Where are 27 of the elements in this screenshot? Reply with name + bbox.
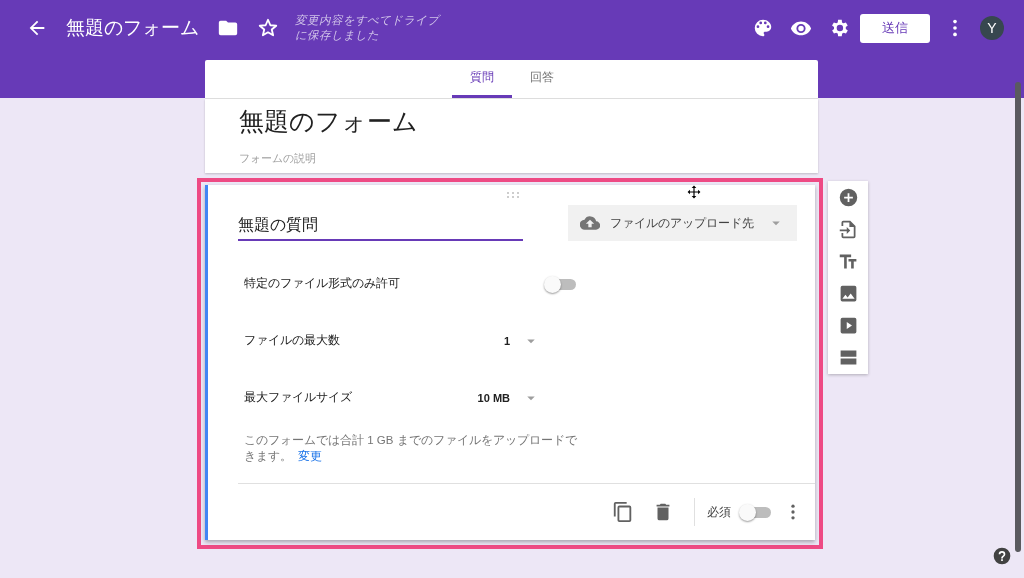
help-icon[interactable]	[992, 546, 1012, 566]
cloud-upload-icon[interactable]	[580, 213, 601, 233]
setting-label: ファイルの最大数	[244, 332, 340, 349]
toggle-switch[interactable]	[739, 503, 771, 521]
question-title-field[interactable]: 無題の質問	[238, 211, 524, 241]
form-heading[interactable]: 無題のフォーム	[239, 105, 784, 137]
tab[interactable]: 回答	[511, 60, 572, 98]
copy-icon[interactable]	[612, 501, 634, 523]
account-avatar[interactable]: Y	[980, 16, 1004, 40]
move-cursor-icon	[687, 185, 701, 199]
import-icon[interactable]	[837, 219, 859, 240]
scrollbar[interactable]	[1015, 82, 1021, 552]
upload-limit-note: このフォームでは合計 1 GB までのファイルをアップロードできます。 変更	[244, 433, 578, 464]
save-status: 変更内容をすべてドライブに保存しました	[295, 13, 442, 43]
question-type-dropdown[interactable]: ファイルのアップロード先	[568, 205, 797, 241]
drag-handle-icon[interactable]	[506, 192, 520, 198]
value-dropdown[interactable]: 1	[503, 331, 540, 350]
send-button[interactable]: 送信	[860, 13, 930, 43]
setting-label: 特定のファイル形式のみ許可	[244, 275, 400, 292]
form-title[interactable]: 無題のフォーム	[66, 15, 199, 41]
change-link[interactable]: 変更	[298, 450, 322, 462]
toggle-switch[interactable]	[544, 274, 576, 293]
star-icon[interactable]	[257, 17, 279, 39]
palette-icon[interactable]	[752, 17, 774, 39]
value-dropdown[interactable]: 10 MB	[477, 388, 540, 407]
setting-label: 最大ファイルサイズ	[244, 389, 352, 406]
required-label: 必須	[707, 503, 731, 521]
